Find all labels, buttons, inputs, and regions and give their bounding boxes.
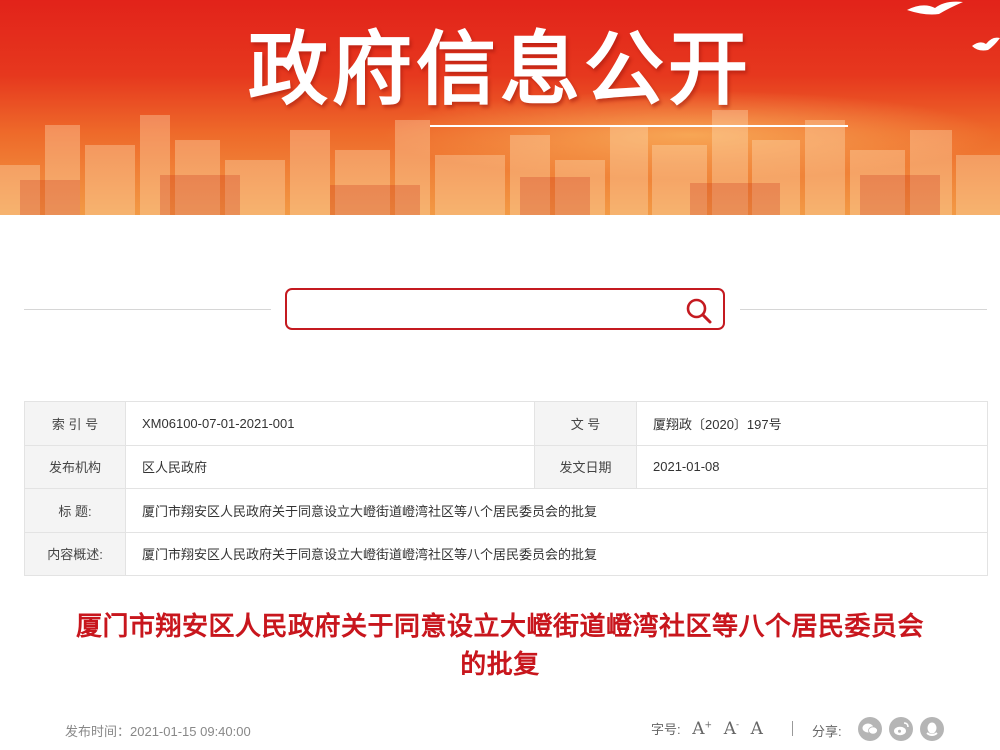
table-row: 发布机构 区人民政府 发文日期 2021-01-08 <box>24 444 988 489</box>
toolbar-divider <box>792 721 793 736</box>
qq-icon[interactable] <box>920 717 944 741</box>
font-large-glyph: A <box>692 719 705 739</box>
banner-title: 政府信息公开 <box>248 23 752 116</box>
summary-value: 厦门市翔安区人民政府关于同意设立大嶝街道嶝湾社区等八个居民委员会的批复 <box>125 531 988 576</box>
title-label: 标 题: <box>24 488 126 533</box>
document-number-label: 文 号 <box>534 401 637 446</box>
article-title: 厦门市翔安区人民政府关于同意设立大嶝街道嶝湾社区等八个居民委员会 的批复 <box>40 608 960 684</box>
minus-icon: - <box>735 720 740 731</box>
article-title-line-2: 的批复 <box>460 650 540 680</box>
index-number-label: 索 引 号 <box>24 401 126 446</box>
issue-date-value: 2021-01-08 <box>636 444 988 489</box>
font-medium-glyph: A <box>723 719 736 739</box>
table-row: 内容概述: 厦门市翔安区人民政府关于同意设立大嶝街道嶝湾社区等八个居民委员会的批… <box>24 531 988 576</box>
weibo-icon[interactable] <box>889 717 913 741</box>
issue-date-label: 发文日期 <box>534 444 637 489</box>
summary-label: 内容概述: <box>24 531 126 576</box>
header-banner: 政府信息公开 <box>0 0 1000 215</box>
document-meta-table: 索 引 号 XM06100-07-01-2021-001 文 号 厦翔政〔202… <box>24 401 988 576</box>
font-size-large-button[interactable]: A+ <box>692 719 712 739</box>
dove-icon-2 <box>972 37 1000 51</box>
city-skyline-image <box>0 110 1000 215</box>
font-small-glyph: A <box>750 719 763 739</box>
font-size-reset-button[interactable]: A <box>751 719 763 739</box>
dove-icon <box>907 1 963 15</box>
font-size-medium-button[interactable]: A- <box>724 719 739 739</box>
wechat-icon[interactable] <box>858 717 882 741</box>
search-icon[interactable] <box>685 297 713 325</box>
search-divider-left <box>24 309 271 310</box>
document-number-value: 厦翔政〔2020〕197号 <box>636 401 988 446</box>
search-input[interactable] <box>295 296 675 322</box>
title-value: 厦门市翔安区人民政府关于同意设立大嶝街道嶝湾社区等八个居民委员会的批复 <box>125 488 988 533</box>
banner-underline <box>430 125 848 127</box>
font-size-label: 字号: <box>651 722 681 737</box>
search-divider-right <box>740 309 987 310</box>
table-row: 索 引 号 XM06100-07-01-2021-001 文 号 厦翔政〔202… <box>24 401 988 446</box>
issuer-value: 区人民政府 <box>125 444 535 489</box>
index-number-value: XM06100-07-01-2021-001 <box>125 401 535 446</box>
table-row: 标 题: 厦门市翔安区人民政府关于同意设立大嶝街道嶝湾社区等八个居民委员会的批复 <box>24 488 988 533</box>
article-title-line-1: 厦门市翔安区人民政府关于同意设立大嶝街道嶝湾社区等八个居民委员会 <box>75 612 924 642</box>
issuer-label: 发布机构 <box>24 444 126 489</box>
font-size-controls: 字号: A+ A- A <box>651 719 763 739</box>
publish-time: 发布时间：2021-01-15 09:40:00 <box>65 724 251 739</box>
plus-icon: + <box>704 720 713 731</box>
search-box <box>285 288 725 330</box>
share-label: 分享: <box>812 724 842 739</box>
